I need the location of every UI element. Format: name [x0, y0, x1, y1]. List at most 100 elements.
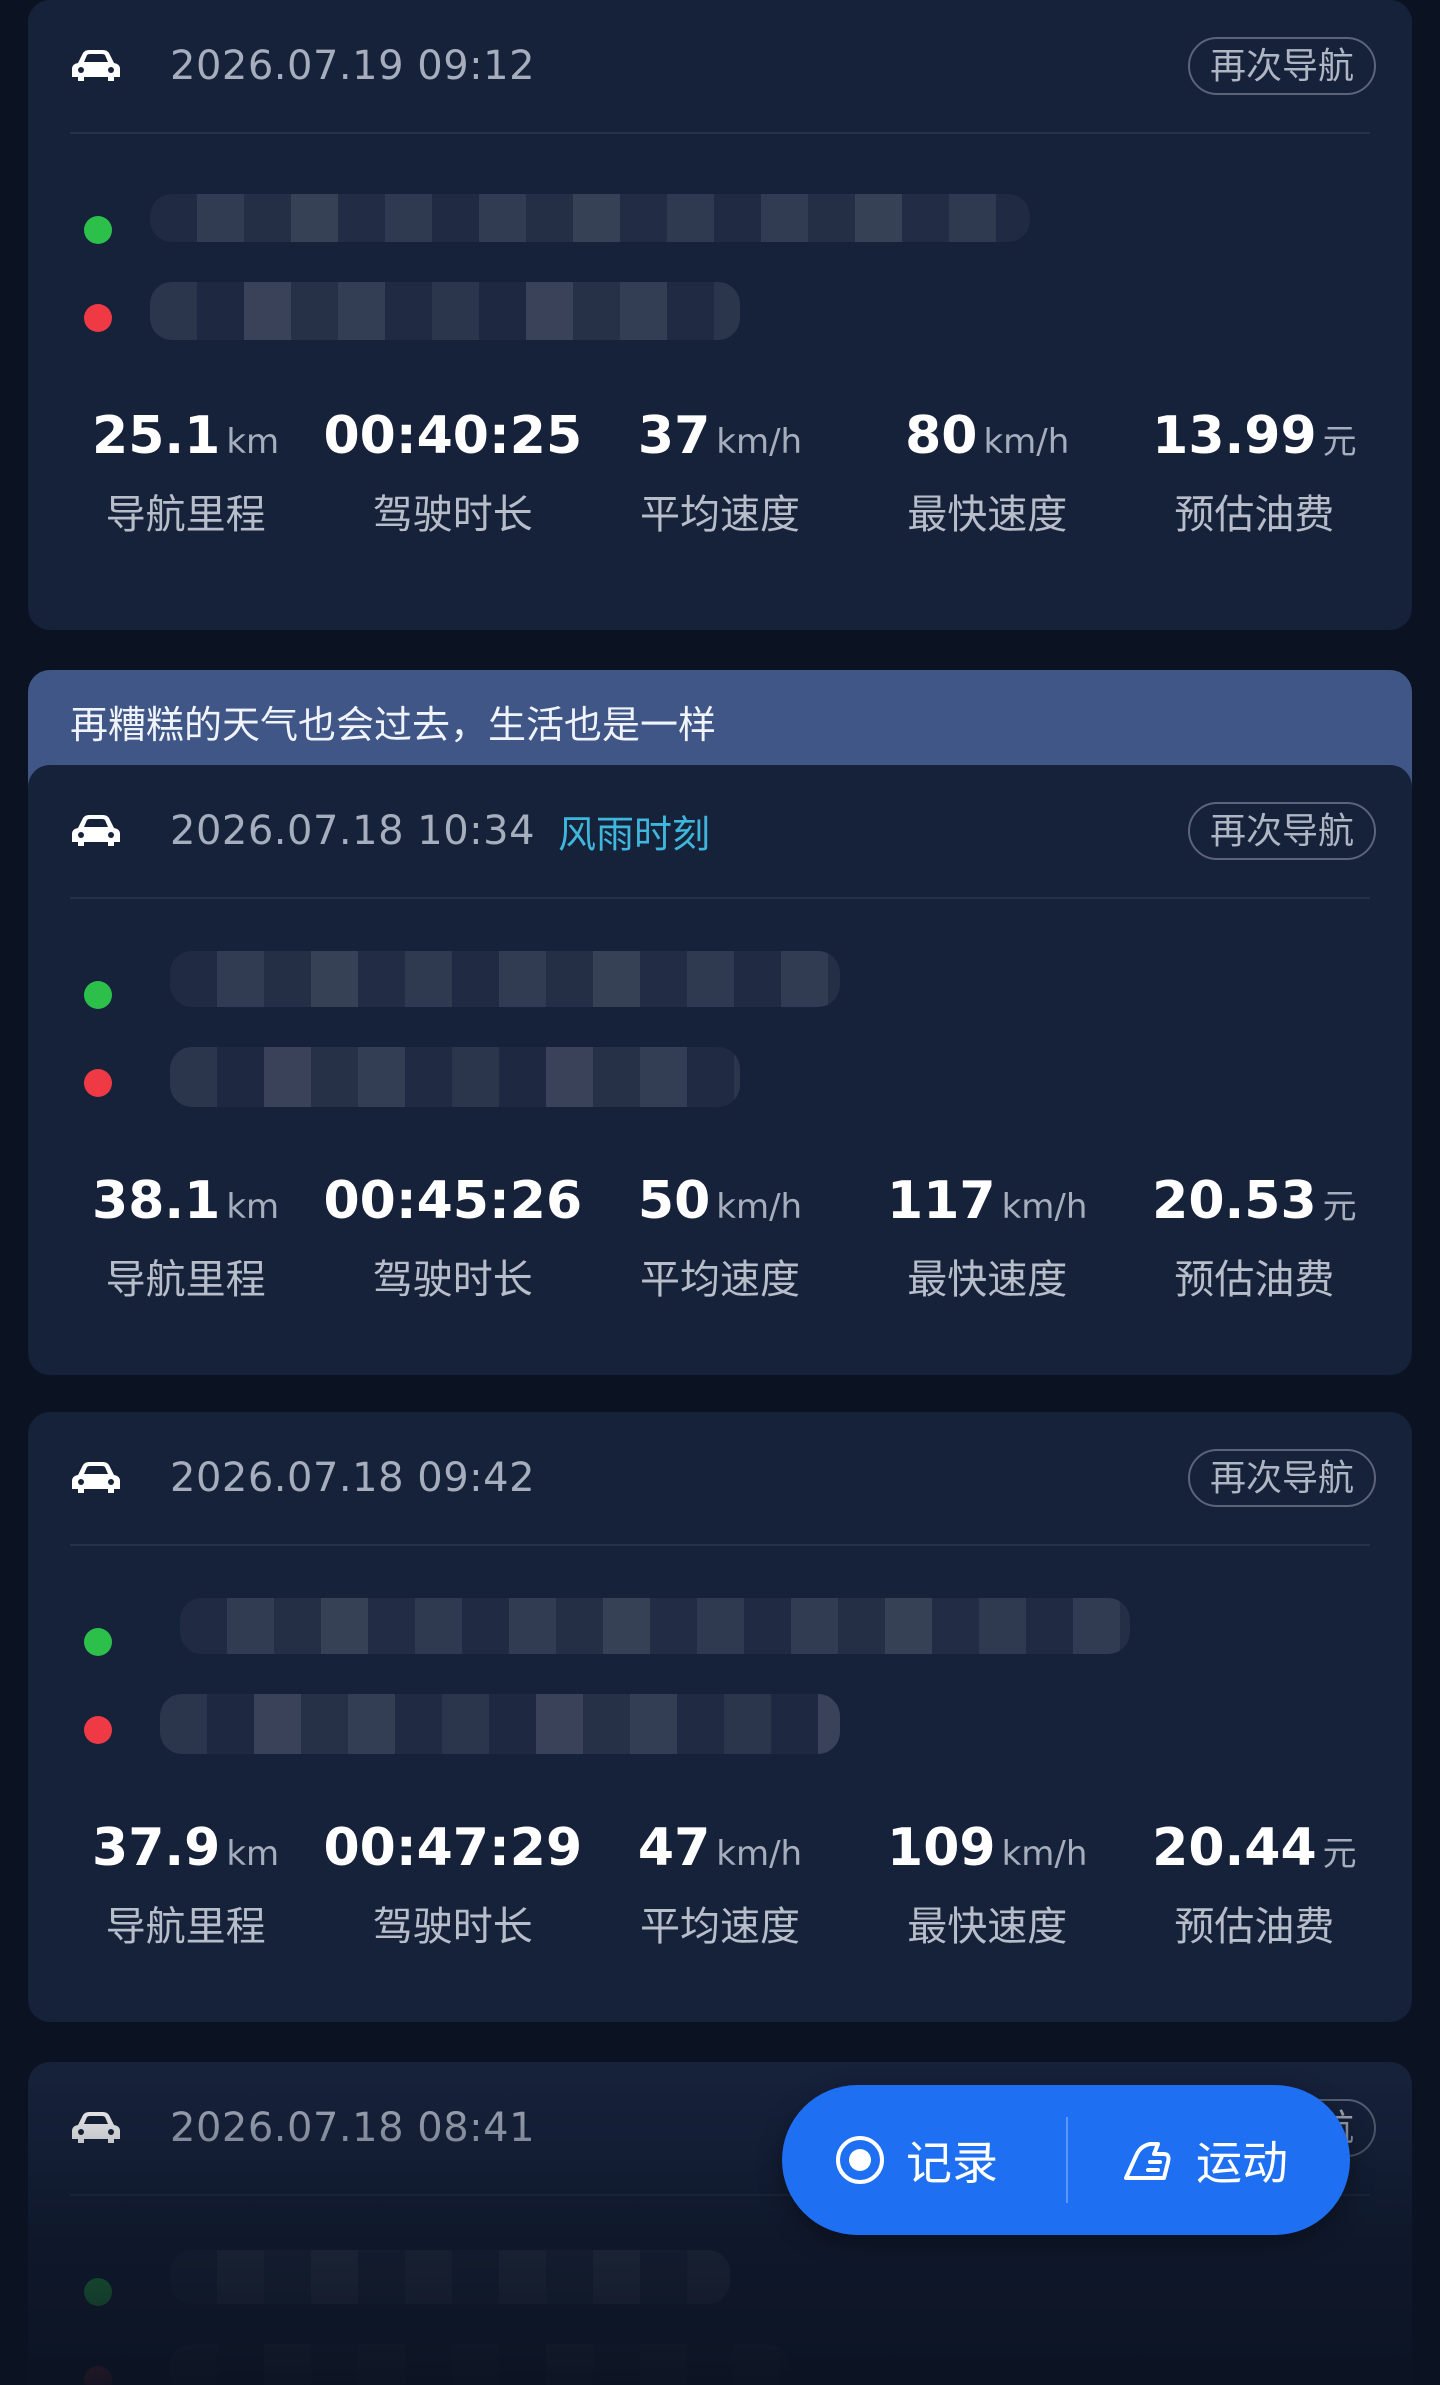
car-icon	[72, 2112, 120, 2143]
stat-fuel: 13.99 元 预估油费	[1121, 394, 1388, 604]
fuel-unit: 元	[1322, 1187, 1357, 1227]
duration-value: 00:40:25	[323, 406, 583, 466]
car-icon	[72, 815, 120, 846]
start-point-dot	[84, 2278, 112, 2306]
car-icon	[72, 1462, 120, 1493]
start-address-redacted	[170, 2250, 730, 2304]
avg-speed-label: 平均速度	[640, 492, 800, 538]
fuel-value: 20.53	[1152, 1171, 1317, 1231]
stat-duration: 00:45:26 驾驶时长	[319, 1159, 586, 1369]
fab-divider	[1066, 2117, 1068, 2203]
duration-label: 驾驶时长	[372, 1904, 533, 1950]
avg-speed-unit: km/h	[716, 422, 803, 462]
stat-avg-speed: 47 km/h 平均速度	[586, 1806, 853, 2016]
record-icon	[836, 2136, 884, 2184]
avg-speed-label: 平均速度	[640, 1904, 800, 1950]
distance-unit: km	[226, 1187, 280, 1227]
end-address-redacted	[160, 1694, 840, 1754]
stat-max-speed: 109 km/h 最快速度	[854, 1806, 1121, 2016]
start-point-dot	[84, 981, 112, 1009]
end-point-dot	[84, 2366, 112, 2385]
fuel-label: 预估油费	[1174, 1904, 1335, 1950]
renavigate-button[interactable]: 再次导航	[1187, 802, 1376, 860]
max-speed-value: 109	[887, 1818, 996, 1878]
duration-label: 驾驶时长	[372, 1257, 533, 1303]
end-point-dot	[84, 1069, 112, 1097]
start-address-redacted	[170, 951, 840, 1007]
trip-card[interactable]: 2026.07.18 10:34 风雨时刻 再次导航 38.1 km 导航里程 0…	[28, 765, 1412, 1375]
distance-label: 导航里程	[105, 492, 266, 538]
stat-avg-speed: 50 km/h 平均速度	[586, 1159, 853, 1369]
stat-avg-speed: 37 km/h 平均速度	[586, 394, 853, 604]
end-point-dot	[84, 1716, 112, 1744]
stat-duration: 00:40:25 驾驶时长	[319, 394, 586, 604]
fuel-unit: 元	[1322, 422, 1357, 462]
duration-value: 00:47:29	[323, 1818, 583, 1878]
floating-action-bar: 记录 运动	[782, 2085, 1350, 2235]
stat-distance: 25.1 km 导航里程	[52, 394, 319, 604]
trip-stats: 38.1 km 导航里程 00:45:26 驾驶时长 50 km/h 平均速度 11…	[28, 1159, 1412, 1369]
stat-duration: 00:47:29 驾驶时长	[319, 1806, 586, 2016]
trip-datetime: 2026.07.19 09:12	[170, 43, 536, 89]
max-speed-unit: km/h	[1001, 1834, 1088, 1874]
trip-card-header: 2026.07.18 09:42 再次导航	[70, 1412, 1376, 1546]
trip-datetime: 2026.07.18 09:42	[170, 1455, 536, 1501]
end-point-dot	[84, 304, 112, 332]
max-speed-label: 最快速度	[907, 492, 1068, 538]
record-label: 记录	[906, 2136, 998, 2190]
distance-unit: km	[226, 1834, 280, 1874]
record-button[interactable]: 记录	[834, 2085, 998, 2235]
max-speed-value: 117	[887, 1171, 996, 1231]
duration-label: 驾驶时长	[372, 492, 533, 538]
stat-distance: 38.1 km 导航里程	[52, 1159, 319, 1369]
fuel-value: 13.99	[1152, 406, 1317, 466]
max-speed-unit: km/h	[983, 422, 1070, 462]
avg-speed-unit: km/h	[716, 1187, 803, 1227]
fuel-unit: 元	[1322, 1834, 1357, 1874]
trip-datetime: 2026.07.18 08:41	[170, 2105, 536, 2151]
fuel-label: 预估油费	[1174, 492, 1335, 538]
max-speed-unit: km/h	[1001, 1187, 1088, 1227]
trip-card-header: 2026.07.18 10:34 风雨时刻 再次导航	[70, 765, 1376, 899]
start-point-dot	[84, 216, 112, 244]
avg-speed-value: 50	[637, 1171, 711, 1231]
distance-label: 导航里程	[105, 1904, 266, 1950]
start-address-redacted	[180, 1598, 1130, 1654]
car-icon	[72, 50, 120, 81]
sport-icon	[1124, 2142, 1171, 2180]
renavigate-button[interactable]: 再次导航	[1187, 37, 1376, 95]
max-speed-label: 最快速度	[907, 1257, 1068, 1303]
trip-stats: 37.9 km 导航里程 00:47:29 驾驶时长 47 km/h 平均速度 10…	[28, 1806, 1412, 2016]
start-point-dot	[84, 1628, 112, 1656]
avg-speed-label: 平均速度	[640, 1257, 800, 1303]
max-speed-value: 80	[905, 406, 978, 466]
duration-value: 00:45:26	[323, 1171, 583, 1231]
trip-card[interactable]: 2026.07.19 09:12 再次导航 25.1 km 导航里程 00:40:…	[28, 0, 1412, 630]
avg-speed-value: 37	[637, 406, 711, 466]
trip-route	[70, 134, 1370, 394]
weather-banner-text: 再糟糕的天气也会过去，生活也是一样	[70, 703, 717, 747]
trip-history-page: 2026.07.19 09:12 再次导航 25.1 km 导航里程 00:40:…	[0, 0, 1440, 2385]
trip-card[interactable]: 2026.07.18 09:42 再次导航 37.9 km 导航里程 00:47:…	[28, 1412, 1412, 2022]
stat-distance: 37.9 km 导航里程	[52, 1806, 319, 2016]
stat-max-speed: 117 km/h 最快速度	[854, 1159, 1121, 1369]
fuel-value: 20.44	[1152, 1818, 1317, 1878]
trip-card-header: 2026.07.19 09:12 再次导航	[70, 0, 1376, 134]
distance-value: 38.1	[92, 1171, 221, 1231]
distance-unit: km	[226, 422, 280, 462]
weather-tag: 风雨时刻	[558, 812, 711, 857]
start-address-redacted	[150, 194, 1030, 242]
fuel-label: 预估油费	[1174, 1257, 1335, 1303]
trip-route	[70, 1546, 1370, 1806]
stat-fuel: 20.53 元 预估油费	[1121, 1159, 1388, 1369]
renavigate-button[interactable]: 再次导航	[1187, 1449, 1376, 1507]
stat-fuel: 20.44 元 预估油费	[1121, 1806, 1388, 2016]
sport-button[interactable]: 运动	[1120, 2085, 1288, 2235]
end-address-redacted	[170, 1047, 740, 1107]
avg-speed-value: 47	[637, 1818, 711, 1878]
distance-label: 导航里程	[105, 1257, 266, 1303]
trip-stats: 25.1 km 导航里程 00:40:25 驾驶时长 37 km/h 平均速度 80…	[28, 394, 1412, 604]
max-speed-label: 最快速度	[907, 1904, 1068, 1950]
stat-max-speed: 80 km/h 最快速度	[854, 394, 1121, 604]
sport-label: 运动	[1196, 2136, 1288, 2190]
